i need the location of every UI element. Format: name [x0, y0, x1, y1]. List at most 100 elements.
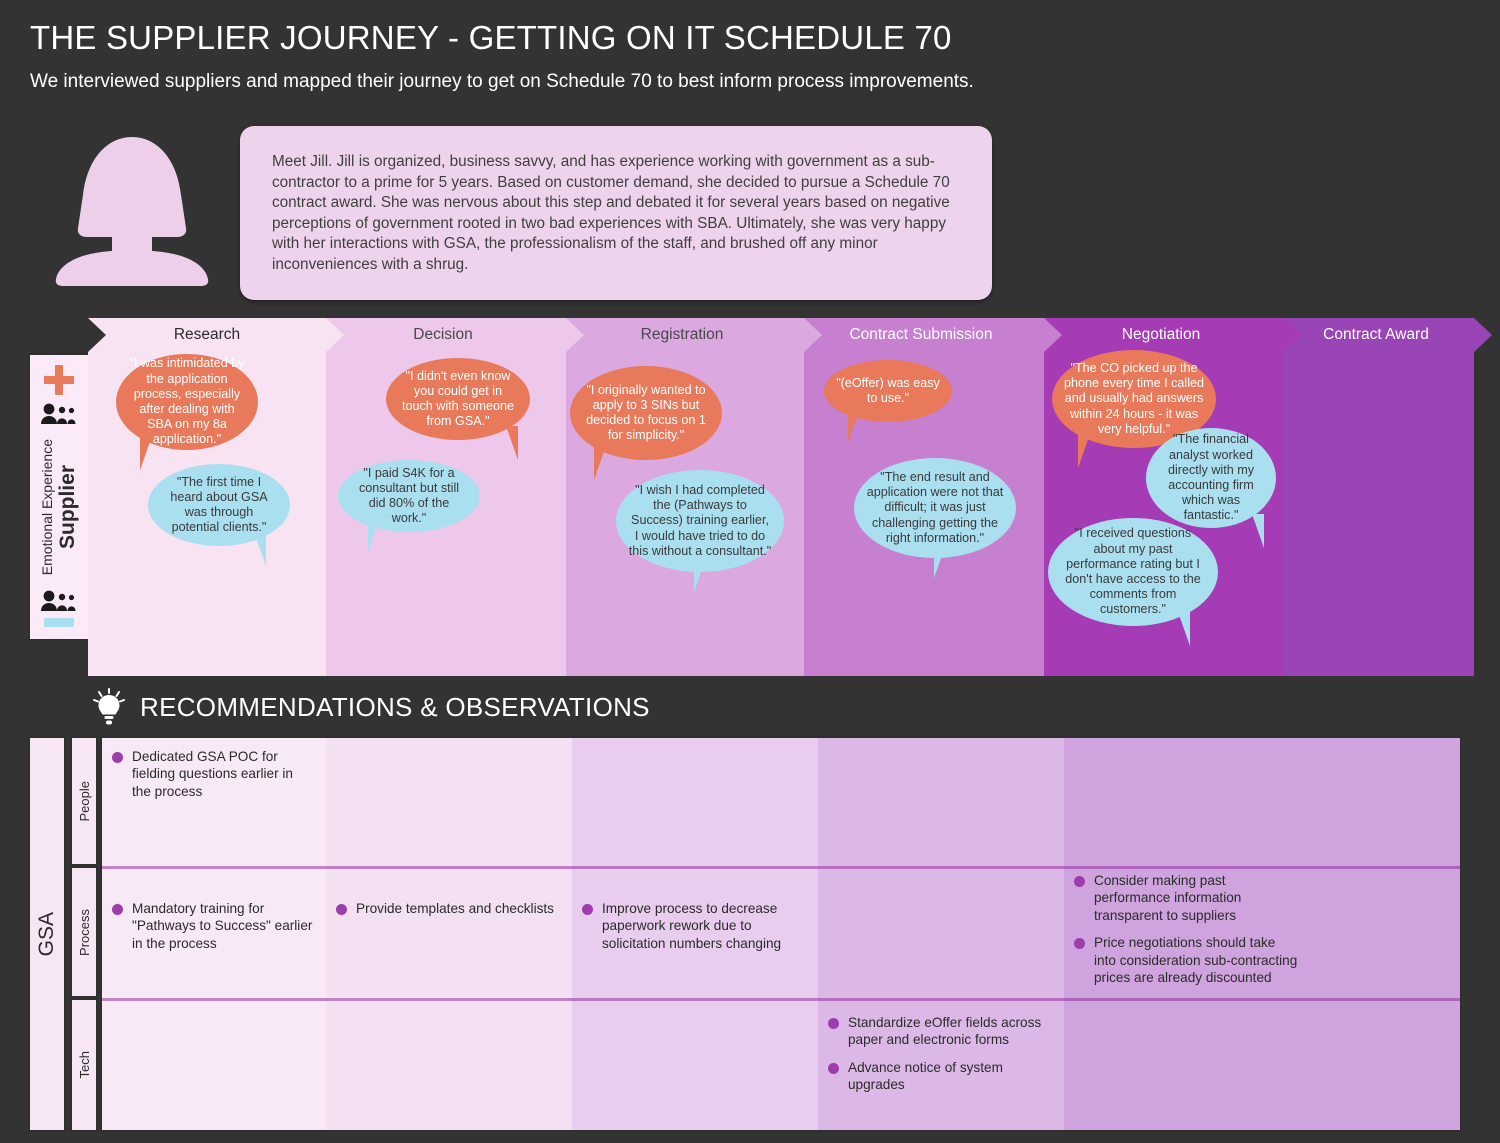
rec-cell-process-research: Mandatory training for "Pathways to Succ… — [102, 866, 326, 998]
recommendation-text: Consider making past performance informa… — [1094, 873, 1242, 923]
stage-header-label: Negotiation — [1121, 326, 1201, 343]
journey-stage-body — [1278, 318, 1474, 676]
journey-stage-registration[interactable]: Registration "I originally wanted to appl… — [560, 318, 822, 676]
recommendation-text: Mandatory training for "Pathways to Succ… — [132, 901, 313, 951]
stage-chevron-notch — [88, 318, 106, 352]
category-cell-tech: Tech — [70, 998, 98, 1132]
recommendations-group-label-cell: GSA — [28, 736, 66, 1132]
journey-stage-research[interactable]: Research "I was intimidated by the applic… — [88, 318, 344, 676]
recommendations-title: RECOMMENDATIONS & OBSERVATIONS — [140, 691, 650, 722]
stage-chevron-arrow — [326, 318, 344, 352]
rec-row-separator — [102, 998, 1460, 1001]
persona-description-box: Meet Jill. Jill is organized, business s… — [240, 126, 992, 300]
recommendations-cells: Dedicated GSA POC for fielding questions… — [100, 736, 1462, 1132]
recommendation-text: Provide templates and checklists — [356, 901, 554, 916]
list-item: Consider making past performance informa… — [1074, 872, 1298, 924]
list-item: Improve process to decrease paperwork re… — [582, 900, 806, 952]
rec-cell-tech-contract-submission: Standardize eOffer fields across paper a… — [818, 998, 1064, 1130]
stage-header-label: Research — [173, 326, 241, 343]
quote-bubble-positive: "I wish I had completed the (Pathways to… — [616, 470, 784, 592]
journey-stage-negotiation[interactable]: Negotiation "The CO picked up the phone e… — [1038, 318, 1302, 676]
people-icon — [41, 403, 76, 424]
bubble-tail — [1168, 612, 1190, 646]
lightbulb-icon — [93, 688, 125, 725]
quote-text: "The CO picked up the phone every time I… — [1064, 360, 1205, 436]
quote-text: "The end result and application were not… — [866, 469, 1004, 545]
bubble-tail — [1078, 434, 1100, 468]
list-item: Provide templates and checklists — [336, 900, 560, 917]
journey-sidebar: Supplier Emotional Experience — [28, 353, 90, 641]
journey-stage-strip: Research "I was intimidated by the applic… — [88, 318, 1492, 676]
stage-header-label: Decision — [413, 326, 473, 343]
quote-text: "I didn't even know you could get in tou… — [401, 368, 514, 429]
quote-bubble-positive: "The end result and application were not… — [854, 458, 1016, 578]
list-item: Mandatory training for "Pathways to Succ… — [112, 900, 314, 952]
list-item: Price negotiations should take into cons… — [1074, 934, 1298, 986]
stage-header-label: Registration — [640, 326, 724, 343]
bubble-tail — [934, 544, 956, 578]
quote-text: "I received questions about my past perf… — [1065, 526, 1201, 617]
stage-chevron-arrow — [804, 318, 822, 352]
rec-cell-process-registration: Improve process to decrease paperwork re… — [572, 866, 818, 998]
list-item: Dedicated GSA POC for fielding questions… — [112, 748, 314, 800]
rec-cell-process-decision: Provide templates and checklists — [326, 866, 572, 998]
female-persona-icon — [55, 137, 209, 286]
recommendation-text: Standardize eOffer fields across paper a… — [848, 1015, 1042, 1048]
bubble-tail — [694, 558, 716, 592]
quote-bubble-negative: "(eOffer) was easy to use." — [824, 360, 952, 442]
rec-cell-people-research: Dedicated GSA POC for fielding questions… — [102, 738, 326, 866]
bullet-dot-icon — [112, 904, 123, 915]
quote-text: "I wish I had completed the (Pathways to… — [628, 482, 772, 558]
quote-bubble-positive: "I received questions about my past perf… — [1048, 518, 1218, 646]
bullet-dot-icon — [828, 1062, 839, 1074]
bullet-dot-icon — [582, 904, 593, 915]
stage-chevron-arrow — [1044, 318, 1062, 352]
recommendations-header: RECOMMENDATIONS & OBSERVATIONS — [92, 688, 650, 726]
bubble-tail — [140, 436, 162, 470]
bullet-dot-icon — [1074, 938, 1085, 950]
recommendation-text: Price negotiations should take into cons… — [1094, 935, 1298, 986]
quote-bubble-positive: "The financial analyst worked directly w… — [1146, 428, 1276, 548]
quote-bubble-positive: "The first time I heard about GSA was th… — [148, 464, 290, 566]
page-header: THE SUPPLIER JOURNEY - GETTING ON IT SCH… — [30, 18, 1470, 94]
journey-stage-contract-award[interactable]: Contract Award — [1278, 318, 1492, 676]
list-item: Standardize eOffer fields across paper a… — [828, 1014, 1052, 1049]
quote-text: "(eOffer) was easy to use." — [836, 375, 940, 405]
journey-stage-decision[interactable]: Decision "I didn't even know you could ge… — [320, 318, 584, 676]
stage-header-label: Contract Submission — [849, 326, 993, 343]
sidebar-actor-label: Supplier — [55, 465, 79, 550]
stage-chevron-arrow — [1474, 318, 1492, 352]
category-cell-process: Process — [70, 866, 98, 998]
recommendations-grid: GSA People Process Tech Dedicated GSA POC … — [28, 736, 1462, 1132]
quote-bubble-positive: "I paid S4K for a consultant but still d… — [338, 460, 480, 552]
category-label: Process — [76, 908, 92, 956]
stage-chevron-arrow — [1284, 318, 1302, 352]
rec-column-contract-award — [1310, 738, 1460, 1130]
bullet-dot-icon — [112, 752, 123, 763]
journey-stage-contract-submission[interactable]: Contract Submission "(eOffer) was easy to… — [798, 318, 1062, 676]
quote-text: "I was intimidated by the application pr… — [129, 356, 245, 447]
page-title: THE SUPPLIER JOURNEY - GETTING ON IT SCH… — [30, 19, 952, 56]
quote-text: "The first time I heard about GSA was th… — [170, 474, 268, 535]
quote-text: "I originally wanted to apply to 3 SINs … — [586, 382, 706, 443]
persona-description-text: Meet Jill. Jill is organized, business s… — [272, 153, 950, 273]
recommendation-text: Improve process to decrease paperwork re… — [602, 901, 782, 951]
bubble-tail — [244, 532, 266, 566]
bubble-tail — [1242, 514, 1264, 548]
plus-icon — [44, 365, 74, 395]
bubble-tail — [496, 426, 518, 460]
page-subtitle: We interviewed suppliers and mapped thei… — [30, 71, 974, 92]
quote-bubble-negative: "I didn't even know you could get in tou… — [386, 358, 530, 460]
bullet-dot-icon — [336, 904, 347, 915]
quote-text: "The financial analyst worked directly w… — [1167, 432, 1255, 523]
bubble-tail — [368, 518, 390, 552]
recommendation-text: Advance notice of system upgrades — [848, 1059, 1003, 1093]
journey-map: Supplier Emotional Experience Research "I… — [28, 318, 1492, 676]
quote-bubble-negative: "I originally wanted to apply to 3 SINs … — [570, 366, 722, 480]
bubble-tail — [848, 408, 870, 442]
list-item: Advance notice of system upgrades — [828, 1059, 1052, 1094]
group-label-gsa: GSA — [35, 911, 58, 957]
sidebar-measure-label: Emotional Experience — [38, 439, 55, 576]
recommendation-text: Dedicated GSA POC for fielding questions… — [132, 749, 293, 799]
category-cell-people: People — [70, 736, 98, 866]
